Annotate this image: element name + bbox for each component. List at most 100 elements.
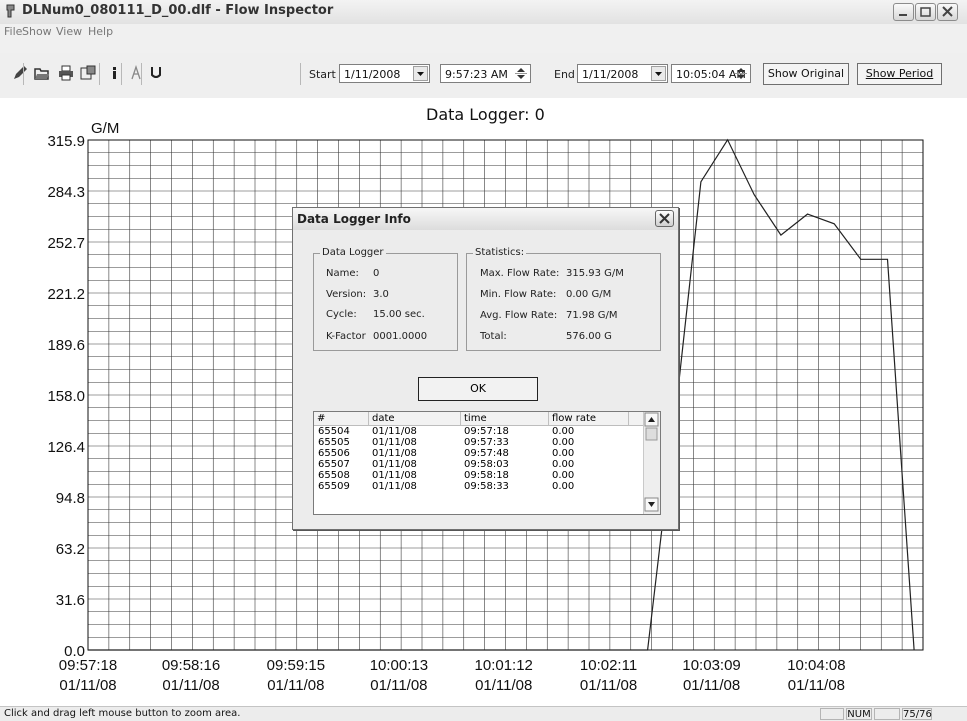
maximize-icon xyxy=(920,7,931,17)
title-bar: DLNum0_080111_D_00.dlf - Flow Inspector xyxy=(0,0,967,25)
x-tick-label: 01/11/08 xyxy=(162,677,219,694)
x-tick-label: 01/11/08 xyxy=(683,677,740,694)
minimize-button[interactable] xyxy=(893,3,914,21)
data-logger-info-dialog: Data Logger Info Data Logger Name: 0 Ver… xyxy=(292,207,679,530)
y-tick-label: 189.6 xyxy=(47,337,85,354)
group-label: Statistics: xyxy=(473,247,527,258)
field-value: 576.00 G xyxy=(566,331,612,342)
start-time-field[interactable]: 9:57:23 AM xyxy=(440,64,531,83)
list-cell: 0.00 xyxy=(552,481,575,492)
list-cell: 01/11/08 xyxy=(372,426,417,437)
time-spinner-icon[interactable] xyxy=(514,66,529,81)
field-label: Avg. Flow Rate: xyxy=(480,310,558,321)
dialog-title: Data Logger Info xyxy=(293,208,678,230)
y-tick-label: 63.2 xyxy=(56,541,85,558)
field-label: Max. Flow Rate: xyxy=(480,268,560,279)
data-logger-group: Data Logger Name: 0 Version: 3.0 Cycle: … xyxy=(313,247,458,351)
list-cell: 01/11/08 xyxy=(372,459,417,470)
x-tick-label: 09:58:16 xyxy=(162,657,220,674)
chevron-down-icon[interactable] xyxy=(651,66,666,81)
show-period-button[interactable]: Show Period xyxy=(857,63,942,85)
underline-icon[interactable] xyxy=(148,65,164,81)
end-label: End xyxy=(554,68,575,81)
field-value: 3.0 xyxy=(373,289,389,300)
x-tick-label: 01/11/08 xyxy=(580,677,637,694)
toolbar: Start 1/11/2008 9:57:23 AM End 1/11/2008… xyxy=(0,53,967,98)
x-tick-label: 10:04:08 xyxy=(787,657,845,674)
end-time-field[interactable]: 10:05:04 AM xyxy=(671,64,751,83)
toolbar-separator xyxy=(121,63,122,85)
y-tick-label: 158.0 xyxy=(47,388,85,405)
column-header[interactable]: date xyxy=(369,412,461,425)
list-cell: 65508 xyxy=(318,470,350,481)
field-label: Min. Flow Rate: xyxy=(480,289,557,300)
status-panel xyxy=(874,708,900,720)
field-value: 0.00 G/M xyxy=(566,289,612,300)
x-tick-label: 10:01:12 xyxy=(475,657,533,674)
x-tick-label: 01/11/08 xyxy=(788,677,845,694)
list-cell: 65505 xyxy=(318,437,350,448)
list-cell: 65509 xyxy=(318,481,350,492)
toolbar-separator xyxy=(141,63,142,85)
end-date-picker[interactable]: 1/11/2008 xyxy=(577,64,668,83)
y-tick-label: 221.2 xyxy=(47,286,85,303)
show-original-button[interactable]: Show Original xyxy=(763,63,849,85)
x-tick-label: 10:00:13 xyxy=(370,657,428,674)
window-title: DLNum0_080111_D_00.dlf - Flow Inspector xyxy=(22,3,334,18)
info-icon[interactable] xyxy=(106,65,122,81)
maximize-button[interactable] xyxy=(915,3,936,21)
close-button[interactable] xyxy=(937,3,958,21)
x-tick-label: 01/11/08 xyxy=(59,677,116,694)
menu-bar: File Show View Help xyxy=(0,24,967,53)
column-header[interactable]: # xyxy=(314,412,369,425)
toolbar-separator xyxy=(23,63,24,85)
y-tick-label: 94.8 xyxy=(56,490,85,507)
field-value: 0001.0000 xyxy=(373,331,428,342)
start-date-picker[interactable]: 1/11/2008 xyxy=(339,64,430,83)
y-tick-label: 31.6 xyxy=(56,592,85,609)
chevron-down-icon[interactable] xyxy=(413,66,428,81)
list-cell: 65506 xyxy=(318,448,350,459)
status-bar: Click and drag left mouse button to zoom… xyxy=(0,706,967,721)
column-header[interactable]: time xyxy=(461,412,549,425)
num-lock-indicator: NUM xyxy=(846,708,872,720)
toolbar-separator xyxy=(99,63,100,85)
y-tick-label: 252.7 xyxy=(47,235,85,252)
start-label: Start xyxy=(309,68,336,81)
x-tick-label: 10:02:11 xyxy=(580,657,637,674)
y-tick-label: 315.9 xyxy=(47,133,85,150)
pencil-icon[interactable] xyxy=(12,65,28,81)
close-icon xyxy=(659,213,670,224)
field-label: Version: xyxy=(326,289,367,300)
menu-file[interactable]: File xyxy=(4,25,22,38)
list-cell: 0.00 xyxy=(552,448,575,459)
field-label: K-Factor xyxy=(326,331,366,342)
statistics-group: Statistics: Max. Flow Rate: 315.93 G/M M… xyxy=(466,247,661,351)
list-cell: 01/11/08 xyxy=(372,437,417,448)
open-folder-icon[interactable] xyxy=(34,65,50,81)
print-icon[interactable] xyxy=(58,65,74,81)
readings-list[interactable]: # date time flow rate 65504 01/11/08 09:57… xyxy=(313,411,661,515)
status-message: Click and drag left mouse button to zoom… xyxy=(4,708,241,719)
minimize-icon xyxy=(899,14,907,16)
start-time-value: 9:57:23 AM xyxy=(445,68,508,81)
menu-show[interactable]: Show xyxy=(22,25,52,38)
x-tick-label: 01/11/08 xyxy=(267,677,324,694)
field-value: 15.00 sec. xyxy=(373,309,425,320)
list-scrollbar[interactable] xyxy=(643,412,660,514)
settings-icon[interactable] xyxy=(80,65,96,81)
ok-button[interactable]: OK xyxy=(418,377,538,401)
column-header[interactable]: flow rate xyxy=(549,412,629,425)
list-cell: 65504 xyxy=(318,426,350,437)
list-cell: 65507 xyxy=(318,459,350,470)
menu-help[interactable]: Help xyxy=(88,25,113,38)
app-icon xyxy=(6,4,15,18)
dialog-close-button[interactable] xyxy=(655,210,674,227)
toolbar-separator xyxy=(300,63,301,85)
menu-view[interactable]: View xyxy=(56,25,82,38)
y-tick-label: 284.3 xyxy=(47,184,85,201)
list-cell: 01/11/08 xyxy=(372,481,417,492)
list-cell: 0.00 xyxy=(552,470,575,481)
time-spinner-icon[interactable] xyxy=(734,66,749,81)
field-value: 0 xyxy=(373,268,380,279)
